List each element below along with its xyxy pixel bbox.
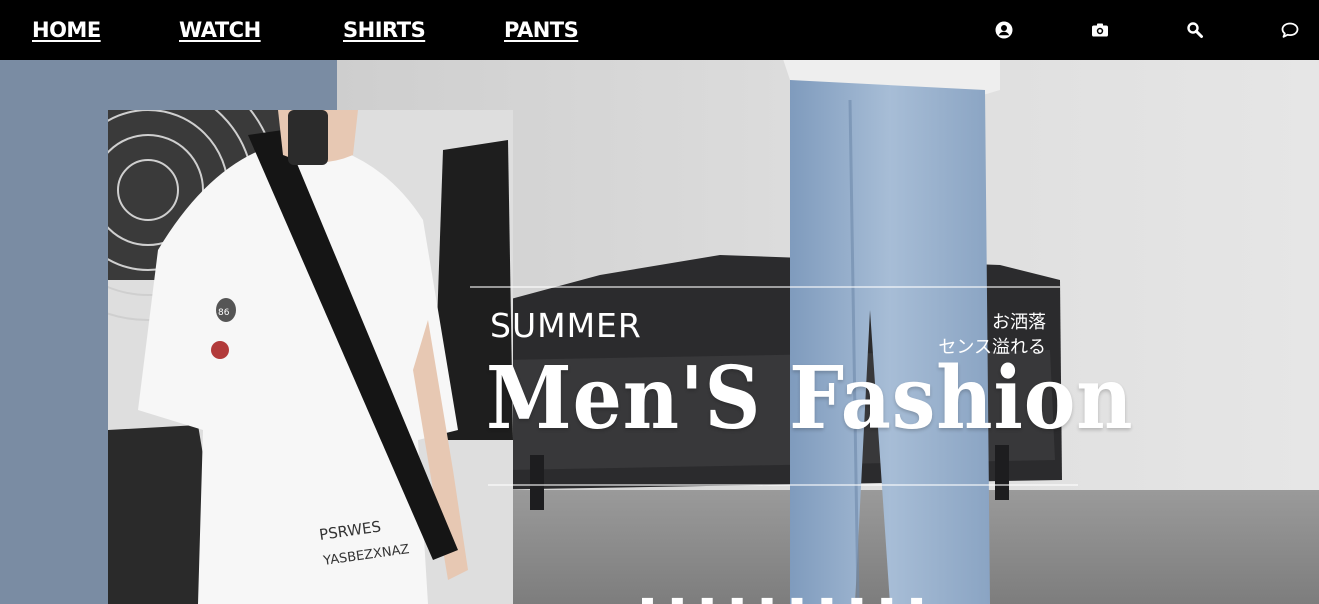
nav-link-shirts[interactable]: SHIRTS: [343, 15, 426, 45]
nav-link-pants[interactable]: PANTS: [504, 15, 579, 45]
hero-divider-top: [470, 286, 1060, 288]
nav-link-home[interactable]: HOME: [32, 15, 101, 45]
search-icon[interactable]: [1185, 20, 1205, 40]
hero-subline-cropped: ▪ ▪ ▪ ▪ ▪ ▪ ▪ ▪ ▪ ▪: [640, 592, 1000, 604]
shirt-model-photo: 86 PSRWES YASBEZXNAZ: [108, 110, 513, 604]
hero-banner[interactable]: 86 PSRWES YASBEZXNAZ SUMMER お洒落 センス溢れる M…: [0, 60, 1319, 604]
nav-link-watch[interactable]: WATCH: [179, 15, 261, 45]
shirt-badge-text: 86: [218, 308, 230, 318]
user-icon[interactable]: [994, 20, 1014, 40]
hero-tagline-line1: お洒落: [992, 312, 1046, 333]
top-navbar: HOME WATCH SHIRTS PANTS: [0, 0, 1319, 60]
camera-icon[interactable]: [1090, 20, 1110, 40]
hero-headline: Men'S Fashion: [486, 348, 1134, 449]
hero-divider-bottom: [488, 484, 1078, 486]
chat-icon[interactable]: [1280, 20, 1300, 40]
hero-kicker: SUMMER: [490, 306, 642, 345]
